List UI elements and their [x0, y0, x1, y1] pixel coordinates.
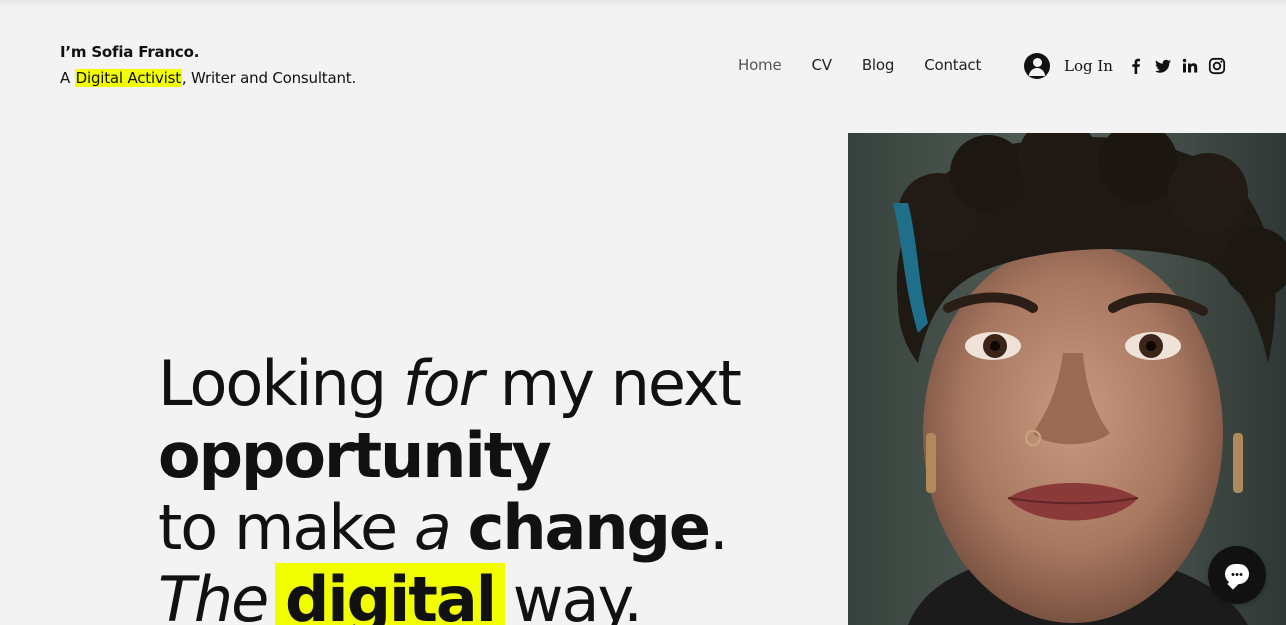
- hero-line-4: The digital way.: [158, 563, 740, 625]
- hero-word-bold: opportunity: [158, 419, 552, 492]
- tagline-highlight: Digital Activist: [74, 69, 182, 87]
- chat-button[interactable]: [1208, 546, 1266, 604]
- hero-word-italic: a: [413, 491, 452, 564]
- hero-word-italic: The: [158, 563, 269, 625]
- hero-line-2: opportunity: [158, 420, 740, 492]
- site-name[interactable]: I’m Sofia Franco.: [60, 42, 356, 62]
- hero-word: to make: [158, 491, 398, 564]
- main-nav: Home CV Blog Contact: [738, 55, 1011, 75]
- hero-period: .: [708, 491, 729, 564]
- user-avatar-icon: [1024, 53, 1050, 79]
- hero-word-bold: change: [467, 491, 711, 564]
- chat-icon: [1225, 564, 1249, 584]
- hero-word: way.: [512, 563, 643, 625]
- hero-word-highlight: digital: [275, 563, 506, 625]
- nav-cv[interactable]: CV: [812, 55, 833, 75]
- facebook-icon[interactable]: [1127, 57, 1145, 75]
- twitter-icon[interactable]: [1154, 57, 1172, 75]
- top-shadow: [0, 0, 1286, 8]
- nav-contact[interactable]: Contact: [924, 55, 981, 75]
- hero-word: my next: [499, 347, 742, 420]
- login-button[interactable]: Log In: [1024, 53, 1113, 79]
- login-label: Log In: [1064, 57, 1113, 75]
- hero-word-italic: for: [402, 347, 484, 420]
- tagline-suffix: , Writer and Consultant.: [181, 69, 357, 87]
- site-brand: I’m Sofia Franco. A Digital Activist, Wr…: [60, 42, 356, 88]
- linkedin-icon[interactable]: [1181, 57, 1199, 75]
- site-tagline: A Digital Activist, Writer and Consultan…: [60, 68, 356, 88]
- hero-headline: Looking for my next opportunity to make …: [158, 347, 742, 625]
- tagline-prefix: A: [60, 69, 71, 87]
- nav-home[interactable]: Home: [738, 55, 782, 75]
- hero-line-3: to make a change.: [158, 492, 740, 564]
- social-bar: [1127, 57, 1235, 75]
- hero-line-1: Looking for my next: [158, 347, 742, 420]
- instagram-icon[interactable]: [1208, 57, 1226, 75]
- nav-blog[interactable]: Blog: [862, 55, 895, 75]
- hero-word: Looking: [158, 347, 387, 420]
- page: I’m Sofia Franco. A Digital Activist, Wr…: [0, 0, 1286, 625]
